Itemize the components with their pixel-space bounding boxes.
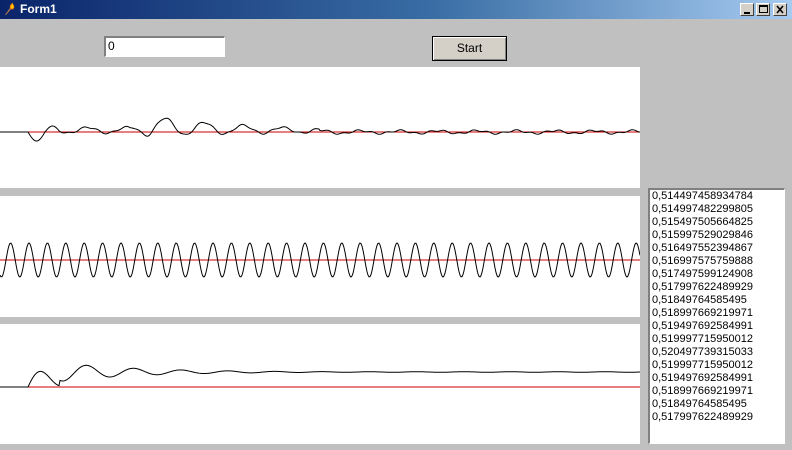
list-item[interactable]: 0,514997482299805	[650, 203, 784, 216]
close-icon	[776, 5, 784, 14]
flame-icon	[5, 3, 15, 15]
window-title: Form1	[20, 2, 57, 16]
plot-1	[0, 67, 640, 188]
values-listbox[interactable]: 0,514497458934784 0,514997482299805 0,5154…	[648, 188, 785, 444]
plot-3-waveform	[0, 364, 640, 388]
minimize-button[interactable]	[740, 3, 754, 16]
list-item[interactable]: 0,515497505664825	[650, 216, 784, 229]
maximize-button[interactable]	[756, 3, 770, 16]
list-item[interactable]: 0,519497692584991	[650, 372, 784, 385]
close-button[interactable]	[773, 3, 787, 16]
list-item[interactable]: 0,515997529029846	[650, 229, 784, 242]
minimize-icon	[744, 12, 750, 14]
list-item[interactable]: 0,516997575759888	[650, 255, 784, 268]
list-item[interactable]: 0,514497458934784	[650, 190, 784, 203]
plot-1-waveform	[0, 117, 640, 142]
plot-3-canvas	[0, 364, 640, 388]
value-edit[interactable]: 0	[104, 36, 225, 57]
list-item[interactable]: 0,51849764585495	[650, 294, 784, 307]
start-button[interactable]: Start	[432, 36, 507, 61]
list-item[interactable]: 0,51849764585495	[650, 398, 784, 411]
list-item[interactable]: 0,519497692584991	[650, 320, 784, 333]
list-item[interactable]: 0,517497599124908	[650, 268, 784, 281]
list-item[interactable]: 0,516497552394867	[650, 242, 784, 255]
list-item[interactable]: 0,519997715950012	[650, 333, 784, 346]
list-item[interactable]: 0,517997622489929	[650, 281, 784, 294]
list-item[interactable]: 0,517997622489929	[650, 411, 784, 424]
title-bar[interactable]: Form1	[0, 0, 792, 19]
list-item[interactable]: 0,518997669219971	[650, 307, 784, 320]
plot-3	[0, 324, 640, 444]
list-item[interactable]: 0,518997669219971	[650, 385, 784, 398]
list-item[interactable]: 0,520497739315033	[650, 346, 784, 359]
list-item[interactable]: 0,519997715950012	[650, 359, 784, 372]
maximize-icon	[759, 5, 768, 13]
plot-2-canvas	[0, 242, 640, 278]
plot-2	[0, 196, 640, 317]
plot-1-canvas	[0, 117, 640, 142]
